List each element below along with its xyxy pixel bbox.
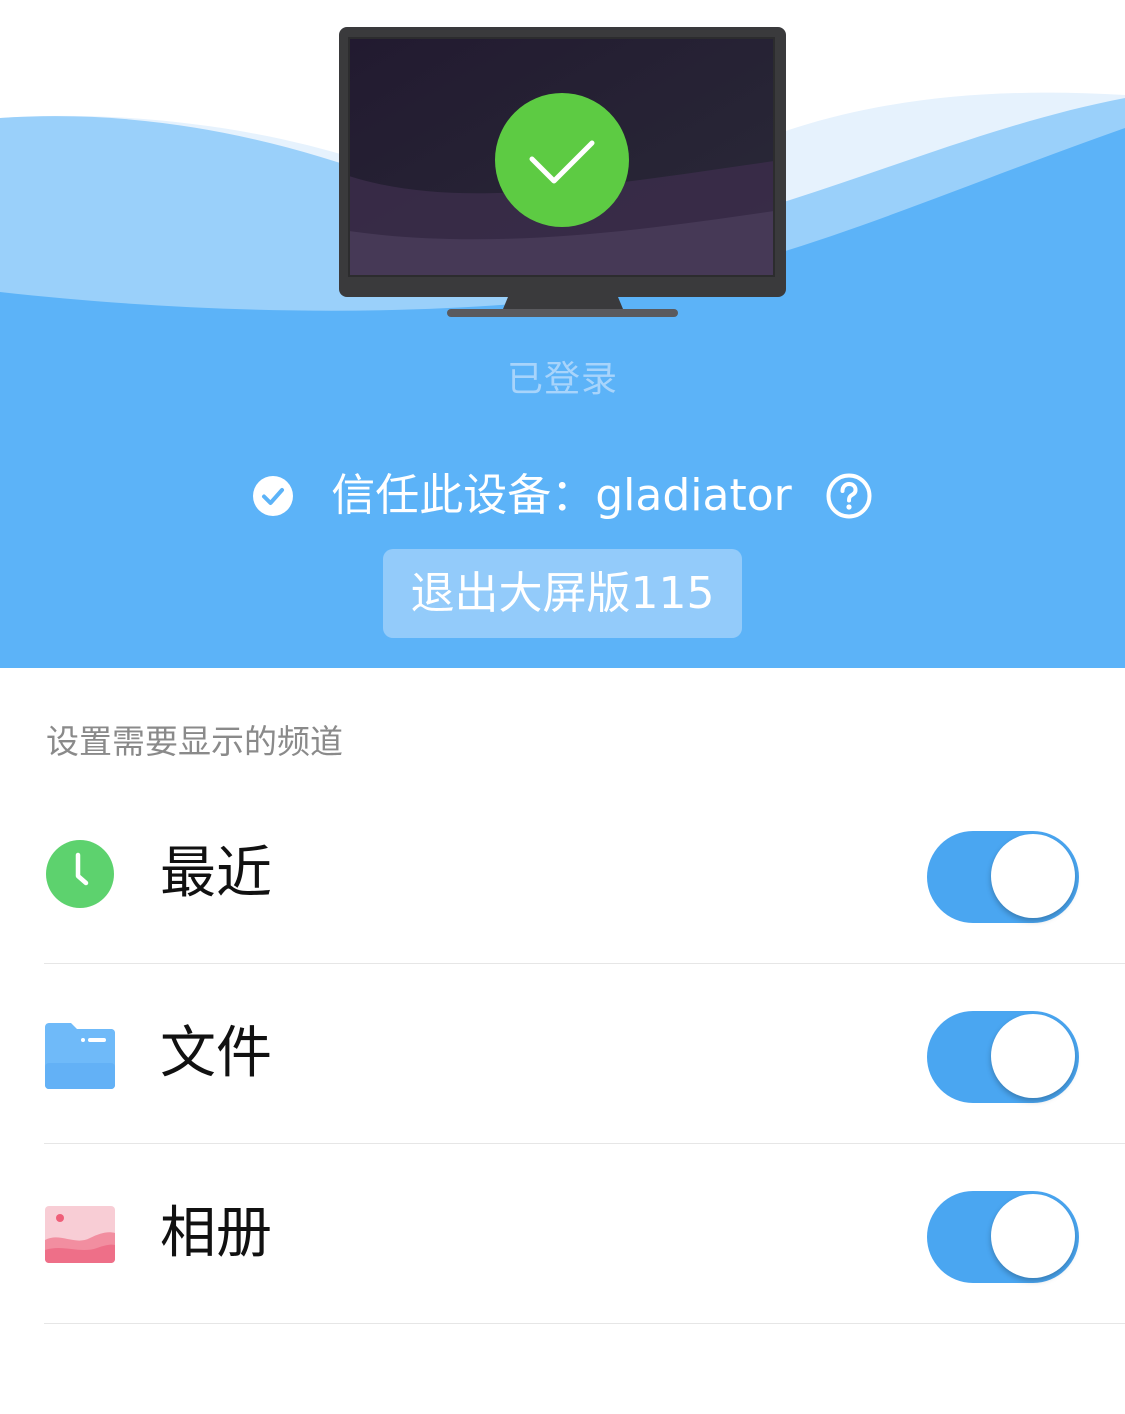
channel-row-files: 文件	[0, 969, 1125, 1149]
album-icon	[45, 1206, 115, 1263]
toggle-files[interactable]	[927, 1011, 1079, 1103]
toggle-knob	[991, 1014, 1075, 1098]
divider	[44, 1143, 1125, 1144]
divider	[44, 1323, 1125, 1324]
help-icon[interactable]	[826, 473, 872, 519]
channel-label-recent: 最近	[160, 841, 272, 906]
tv-illustration	[339, 27, 786, 317]
check-circle-icon[interactable]	[253, 476, 294, 516]
toggle-knob	[991, 1194, 1075, 1278]
section-title: 设置需要显示的频道	[46, 722, 343, 761]
toggle-knob	[991, 834, 1075, 918]
channel-label-album: 相册	[160, 1201, 272, 1266]
success-check-icon	[495, 93, 629, 227]
channel-row-recent: 最近	[0, 789, 1125, 969]
channel-label-files: 文件	[160, 1021, 272, 1086]
folder-icon	[45, 1023, 115, 1089]
toggle-recent[interactable]	[927, 831, 1079, 923]
trust-device-label: 信任此设备：gladiator	[331, 470, 792, 521]
clock-icon	[46, 840, 114, 908]
login-status: 已登录	[506, 359, 618, 400]
toggle-album[interactable]	[927, 1191, 1079, 1283]
exit-tv-mode-button[interactable]: 退出大屏版115	[383, 549, 742, 638]
hero-banner: 已登录 信任此设备：gladiator 退出大屏版115	[0, 0, 1125, 668]
channel-row-album: 相册	[0, 1149, 1125, 1329]
trust-device-row: 信任此设备：gladiator	[0, 466, 1125, 526]
divider	[44, 963, 1125, 964]
